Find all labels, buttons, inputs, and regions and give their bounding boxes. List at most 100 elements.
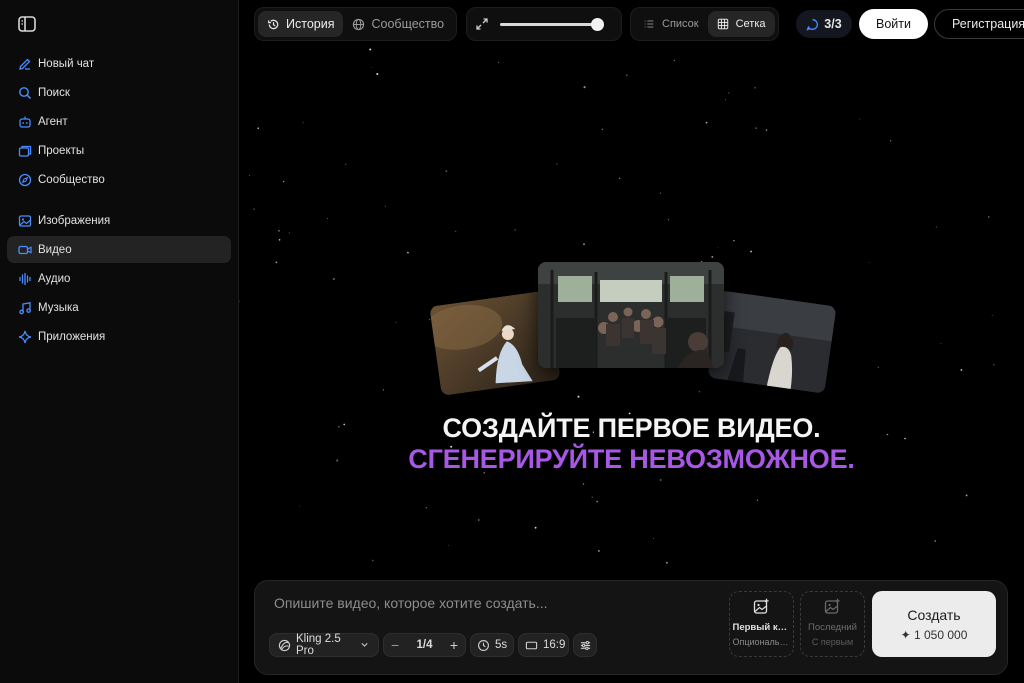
star [935,226,937,228]
tab-community[interactable]: Сообщество [343,11,453,37]
tab-history[interactable]: История [258,11,344,37]
star [890,140,892,142]
hero-subtitle: СГЕНЕРИРУЙТЕ НЕВОЗМОЖНОЕ. [408,444,855,474]
star [455,230,457,233]
sidebar-item-agent[interactable]: Агент [7,108,231,135]
star [877,366,880,369]
first-frame-subtitle: Опциональный [732,637,791,647]
sidebar-item-label: Изображения [38,214,111,227]
expand-icon[interactable] [475,17,489,31]
star [582,483,585,485]
star [583,243,585,245]
star [765,129,768,131]
model-select-label: Kling 2.5 Pro [296,633,341,657]
star [395,321,397,324]
zoom-slider[interactable] [500,18,604,31]
duration-select[interactable]: 5s [470,633,514,657]
last-frame-upload[interactable]: Последний С первым [800,591,865,657]
compass-icon [18,173,32,187]
star [596,500,599,503]
star [253,208,255,210]
star [705,121,708,124]
folder-icon [18,144,32,158]
first-frame-upload[interactable]: Первый кадр Опциональный [729,591,794,657]
sidebar-item-apps[interactable]: Приложения [7,323,231,350]
star [673,59,675,62]
aspect-ratio-select[interactable]: 16:9 [518,633,569,657]
sidebar-item-label: Аудио [38,272,71,285]
star [425,506,428,509]
clock-icon [477,639,490,652]
model-select[interactable]: Kling 2.5 Pro [269,633,379,657]
video-preview-center [538,262,724,368]
sliders-icon [579,639,592,652]
star [275,261,278,264]
star [667,219,669,221]
star [960,369,963,371]
star [384,205,386,207]
zoom-slider-thumb[interactable] [591,18,604,31]
star [302,122,304,124]
sidebar-item-label: Новый чат [38,57,95,70]
star [991,315,993,316]
music-note-icon [18,301,32,315]
sidebar-item-audio[interactable]: Аудио [7,265,231,292]
create-button[interactable]: Создать ✦ 1 050 000 [872,591,996,657]
star [583,86,586,89]
model-logo-icon [278,639,291,652]
star [934,540,936,542]
login-button[interactable]: Войти [859,9,928,39]
star [659,192,662,194]
top-bar: История Сообщество Список Сетка 3/3 Войт… [239,0,1024,48]
star [288,232,290,234]
view-grid[interactable]: Сетка [707,11,775,37]
star [239,300,240,303]
register-button[interactable]: Регистрация [934,9,1024,39]
feed-switch: История Сообщество [254,7,458,41]
first-frame-title: Первый кадр [732,622,791,633]
sidebar-item-label: Проекты [38,144,85,157]
star [988,216,990,218]
robot-icon [18,115,32,129]
star [345,163,347,166]
sidebar-separator [7,195,231,207]
sidebar-toggle-icon[interactable] [17,14,37,34]
globe-icon [352,18,365,31]
aspect-ratio-icon [525,639,538,652]
view-list[interactable]: Список [634,11,708,37]
count-stepper: − 1/4 + [383,633,466,657]
sidebar-item-new-chat[interactable]: Новый чат [7,50,231,77]
star [299,505,301,507]
sidebar-item-search[interactable]: Поиск [7,79,231,106]
star [249,175,251,177]
sidebar-item-community[interactable]: Сообщество [7,166,231,193]
star [728,92,730,94]
sidebar-item-video[interactable]: Видео [7,236,231,263]
chevron-down-icon [359,639,370,652]
star [591,496,593,498]
sidebar: Новый чат Поиск Агент Проекты Сообщество… [0,0,239,683]
sidebar-item-label: Сообщество [38,173,105,186]
count-value: 1/4 [416,639,433,651]
credits-value: 3/3 [824,17,842,31]
star [618,177,621,179]
image-icon [18,214,32,228]
sidebar-item-label: Приложения [38,330,106,343]
star [965,494,968,497]
decrement-icon[interactable]: − [391,637,399,653]
star [257,127,260,130]
aspect-ratio-value: 16:9 [543,639,566,651]
settings-button[interactable] [573,633,597,657]
credits-badge[interactable]: 3/3 [796,10,852,38]
sidebar-item-images[interactable]: Изображения [7,207,231,234]
star [626,74,628,76]
sidebar-item-projects[interactable]: Проекты [7,137,231,164]
star [282,180,285,183]
star [332,277,335,281]
increment-icon[interactable]: + [450,637,458,653]
prompt-input[interactable]: Опишите видео, которое хотите создать... [274,595,548,611]
star [514,229,516,231]
sidebar-item-music[interactable]: Музыка [7,294,231,321]
star [993,364,995,366]
zoom-slider-fill [500,23,598,26]
